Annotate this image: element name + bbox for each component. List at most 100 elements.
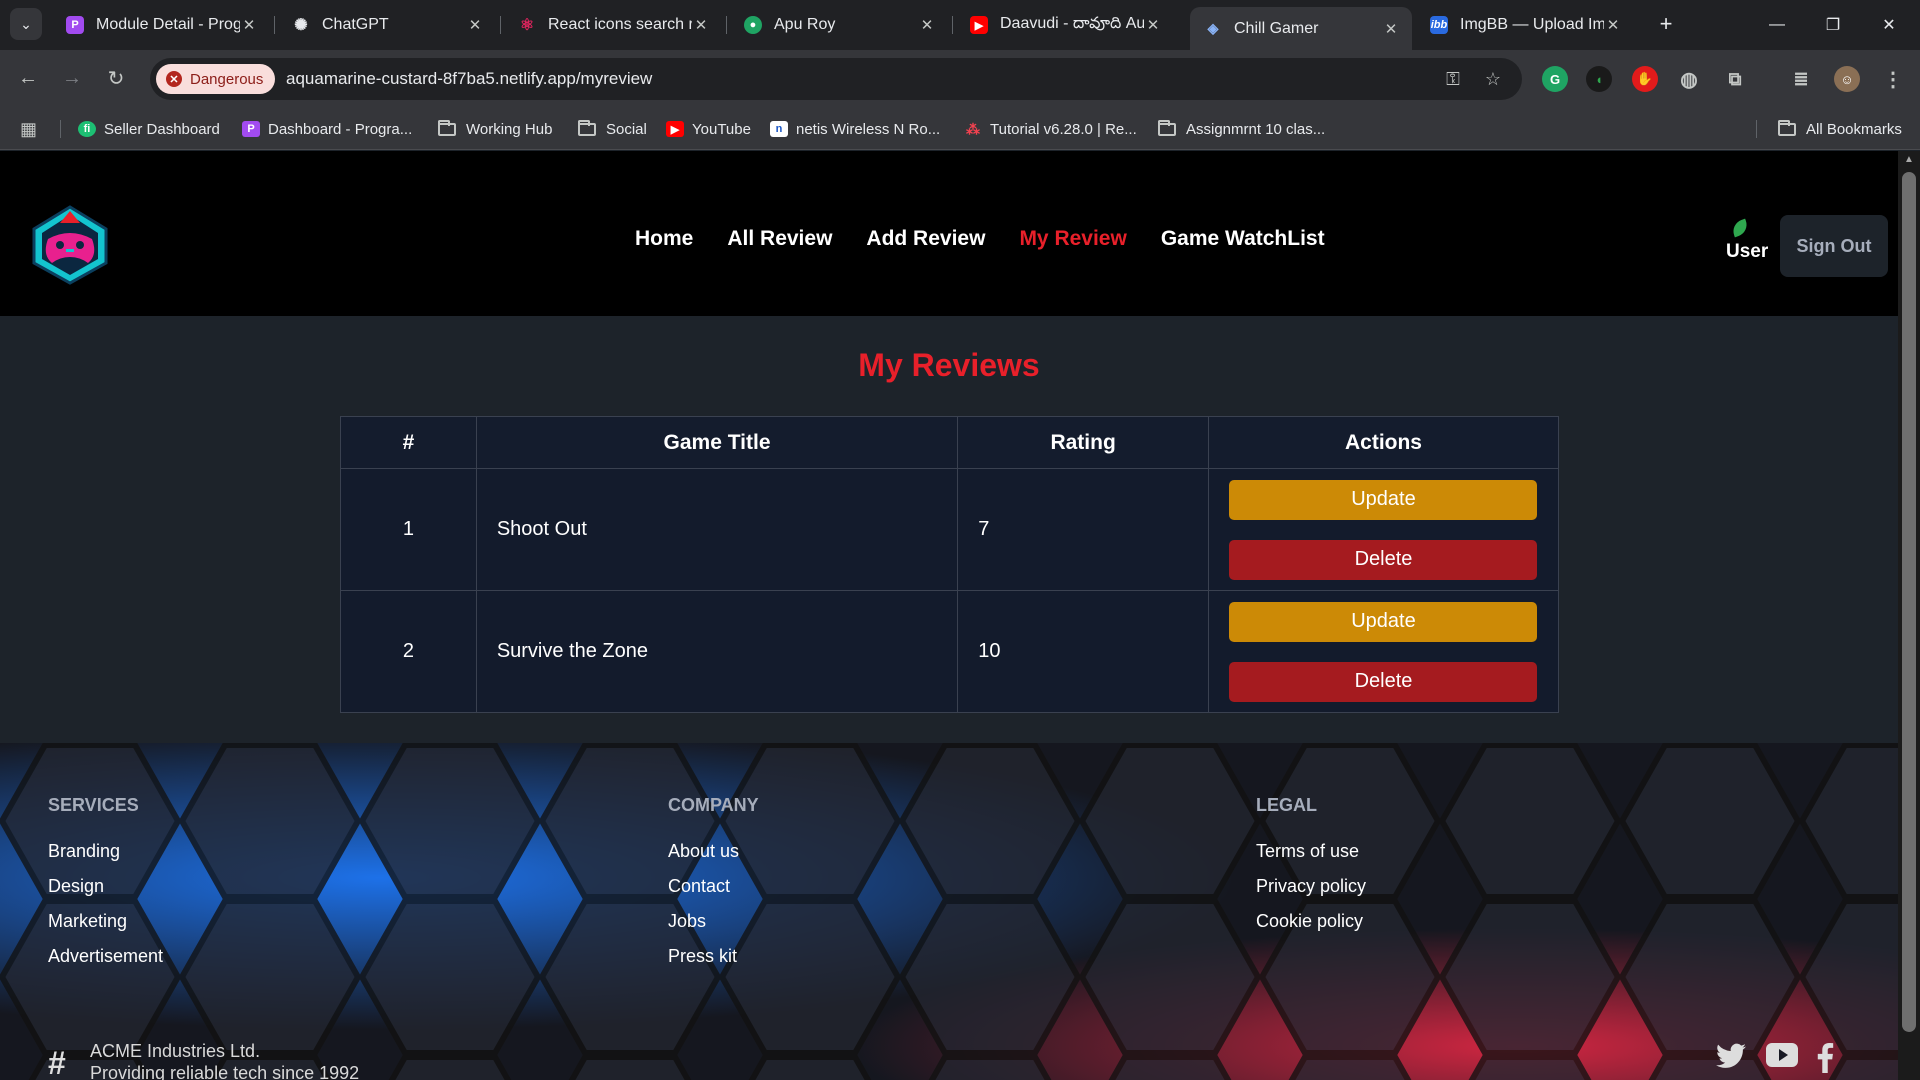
tab-youtube-daavudi[interactable]: ▶ Daavudi - దావూది Au ✕ <box>956 8 1174 42</box>
nav-add-review[interactable]: Add Review <box>866 227 985 251</box>
bookmark-youtube[interactable]: ▶ YouTube <box>666 116 751 142</box>
security-warning-chip[interactable]: ✕ Dangerous <box>156 64 276 94</box>
all-bookmarks[interactable]: All Bookmarks <box>1778 116 1902 142</box>
bookmark-label: Tutorial v6.28.0 | Re... <box>990 120 1137 138</box>
tab-module-detail[interactable]: P Module Detail - Prog ✕ <box>52 8 270 42</box>
reviews-table: # Game Title Rating Actions 1 Shoot Out … <box>340 416 1560 713</box>
extensions-puzzle-icon[interactable]: ⧉ <box>1722 66 1748 92</box>
close-icon[interactable]: ✕ <box>918 16 936 34</box>
delete-button[interactable]: Delete <box>1229 539 1538 580</box>
password-key-icon[interactable]: ⚿ <box>1440 66 1466 92</box>
close-icon[interactable]: ✕ <box>1382 20 1400 38</box>
youtube-icon: ▶ <box>666 121 684 137</box>
footer-heading: SERVICES <box>48 795 139 815</box>
footer-link-cookie[interactable]: Cookie policy <box>1256 904 1366 939</box>
bookmarks-bar: ▦ fi Seller Dashboard P Dashboard - Prog… <box>0 108 1920 150</box>
minimize-icon[interactable]: — <box>1754 0 1800 50</box>
footer-link-about[interactable]: About us <box>668 834 759 869</box>
tab-title: Module Detail - Prog <box>96 16 240 33</box>
tab-title: ChatGPT <box>322 16 389 33</box>
youtube-icon[interactable] <box>1766 1043 1800 1077</box>
scrollbar-thumb[interactable] <box>1902 172 1916 1032</box>
close-icon[interactable]: ✕ <box>1604 16 1622 34</box>
profile-avatar[interactable]: ☺ <box>1834 66 1860 92</box>
row-number: 2 <box>340 590 477 713</box>
sign-out-button[interactable]: Sign Out <box>1780 215 1888 277</box>
adblock-extension-icon[interactable]: ✋ <box>1632 66 1658 92</box>
tab-imgbb[interactable]: ibb ImgBB — Upload Ima ✕ <box>1416 8 1634 42</box>
sound-extension-icon[interactable]: ◖ <box>1586 66 1612 92</box>
bookmark-netis[interactable]: n netis Wireless N Ro... <box>770 116 940 142</box>
page-title: My Reviews <box>858 347 1040 383</box>
user-avatar[interactable]: User <box>1726 218 1770 267</box>
nav-my-review[interactable]: My Review <box>1019 227 1126 251</box>
nav-home[interactable]: Home <box>635 227 693 251</box>
bookmark-star-icon[interactable]: ☆ <box>1480 66 1506 92</box>
forward-arrow-icon[interactable]: → <box>56 62 88 94</box>
twitter-icon[interactable] <box>1716 1043 1750 1077</box>
footer-link-design[interactable]: Design <box>48 869 163 904</box>
bookmark-social[interactable]: Social <box>578 116 647 142</box>
tab-apu-roy[interactable]: ● Apu Roy ✕ <box>730 8 948 42</box>
facebook-icon[interactable] <box>1816 1043 1850 1077</box>
bookmark-dashboard[interactable]: P Dashboard - Progra... <box>242 116 412 142</box>
grammarly-extension-icon[interactable]: G <box>1542 66 1568 92</box>
update-button[interactable]: Update <box>1229 601 1538 642</box>
scroll-up-arrow-icon[interactable]: ▲ <box>1902 154 1916 168</box>
actions-cell: Update Delete <box>1207 468 1560 591</box>
security-status-label: Dangerous <box>190 70 264 88</box>
delete-button[interactable]: Delete <box>1229 661 1538 702</box>
close-window-icon[interactable]: ✕ <box>1866 0 1912 50</box>
footer-link-terms[interactable]: Terms of use <box>1256 834 1366 869</box>
folder-icon <box>1778 119 1796 136</box>
brand-logo-icon: # <box>48 1045 66 1080</box>
tab-title: Daavudi - దావూది Au <box>1000 15 1144 32</box>
chill-gamer-logo-icon[interactable] <box>28 203 112 287</box>
netis-icon: n <box>770 121 788 137</box>
globe-extension-icon[interactable]: ◍ <box>1676 66 1702 92</box>
tab-chatgpt[interactable]: ✺ ChatGPT ✕ <box>278 8 496 42</box>
nav-all-review[interactable]: All Review <box>727 227 832 251</box>
chatgpt-icon: ✺ <box>294 17 308 34</box>
close-icon[interactable]: ✕ <box>240 16 258 34</box>
bookmark-tutorial[interactable]: ⁂ Tutorial v6.28.0 | Re... <box>964 116 1137 142</box>
media-queue-icon[interactable]: ≣ <box>1788 66 1814 92</box>
url-text[interactable]: aquamarine-custard-8f7ba5.netlify.app/my… <box>286 69 652 89</box>
footer-link-press-kit[interactable]: Press kit <box>668 939 759 974</box>
url-host: aquamarine-custard-8f7ba5.netlify.app <box>286 69 576 88</box>
footer-link-contact[interactable]: Contact <box>668 869 759 904</box>
bookmark-assignment[interactable]: Assignmrnt 10 clas... <box>1158 116 1325 142</box>
bookmark-working-hub[interactable]: Working Hub <box>438 116 552 142</box>
restore-icon[interactable]: ❐ <box>1810 0 1856 50</box>
nav-game-watchlist[interactable]: Game WatchList <box>1161 227 1325 251</box>
footer-link-advertisement[interactable]: Advertisement <box>48 939 163 974</box>
site-navbar: Home All Review Add Review My Review Gam… <box>0 151 1898 316</box>
apps-grid-icon[interactable]: ▦ <box>20 116 37 142</box>
close-icon[interactable]: ✕ <box>466 16 484 34</box>
footer-link-privacy[interactable]: Privacy policy <box>1256 869 1366 904</box>
tab-chill-gamer[interactable]: ◈ Chill Gamer ✕ <box>1190 7 1412 50</box>
address-bar[interactable]: ✕ Dangerous aquamarine-custard-8f7ba5.ne… <box>150 58 1522 100</box>
update-button[interactable]: Update <box>1229 479 1538 520</box>
new-tab-plus-icon[interactable]: + <box>1652 10 1680 38</box>
react-router-icon: ⁂ <box>966 120 980 137</box>
bookmark-seller-dashboard[interactable]: fi Seller Dashboard <box>78 116 220 142</box>
footer-link-jobs[interactable]: Jobs <box>668 904 759 939</box>
brand-tagline: Providing reliable tech since 1992 <box>90 1063 360 1080</box>
kebab-menu-icon[interactable]: ⋮ <box>1880 66 1906 92</box>
back-arrow-icon[interactable]: ← <box>12 62 44 94</box>
tab-search-icon[interactable]: ⌄ <box>10 8 42 40</box>
tab-react-icons[interactable]: ⚛ React icons search re ✕ <box>504 8 722 42</box>
close-icon[interactable]: ✕ <box>1144 16 1162 34</box>
user-image-icon <box>1730 218 1750 238</box>
chat-icon: ● <box>744 16 762 34</box>
programming-hero-icon: P <box>242 121 260 137</box>
reload-icon[interactable]: ↻ <box>100 62 132 94</box>
react-icons-icon: ⚛ <box>519 17 535 34</box>
footer-company: COMPANY About us Contact Jobs Press kit <box>668 795 759 974</box>
warning-icon: ✕ <box>166 71 182 87</box>
close-icon[interactable]: ✕ <box>692 16 710 34</box>
footer-link-marketing[interactable]: Marketing <box>48 904 163 939</box>
bookmark-label: netis Wireless N Ro... <box>796 120 941 138</box>
footer-link-branding[interactable]: Branding <box>48 834 163 869</box>
